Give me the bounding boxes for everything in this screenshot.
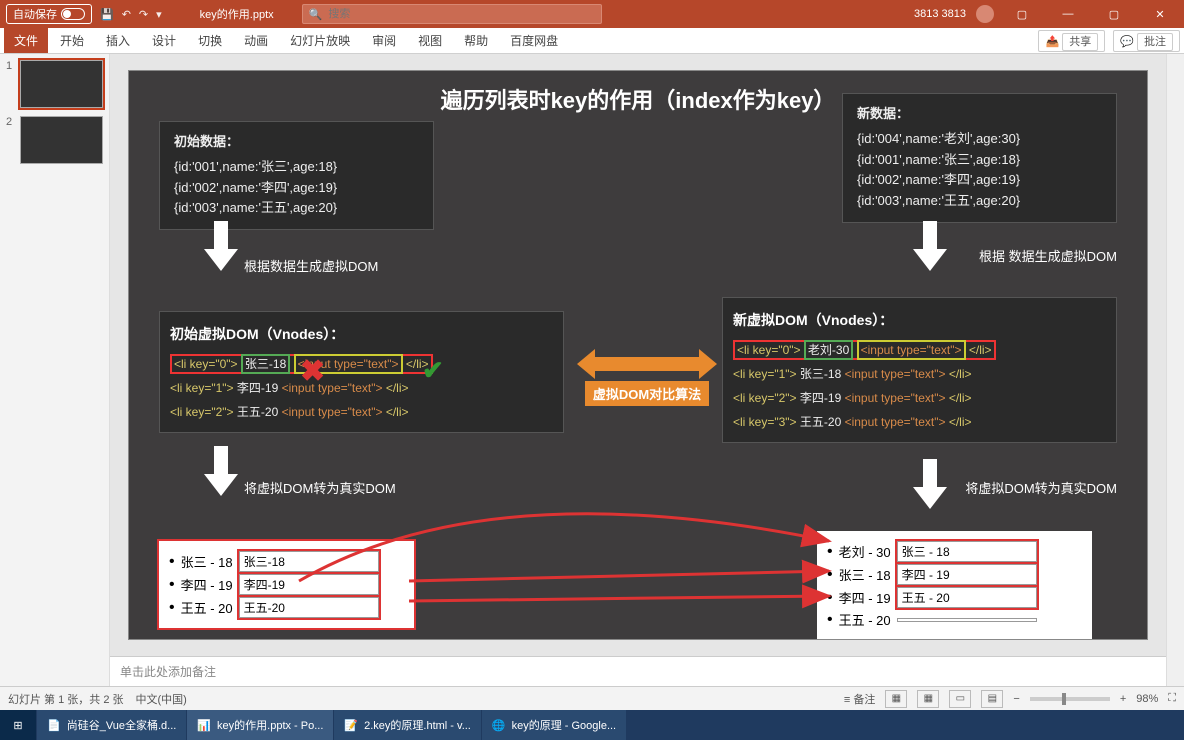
zoom-level[interactable]: 98% bbox=[1136, 693, 1158, 705]
notes-pane[interactable]: 单击此处添加备注 bbox=[110, 656, 1166, 686]
windows-taskbar: ⊞ 📄 尚硅谷_Vue全家桶.d... 📊 key的作用.pptx - Po..… bbox=[0, 710, 1184, 740]
thumbnail-1[interactable] bbox=[20, 60, 103, 108]
initial-data-box: 初始数据： {id:'001',name:'张三',age:18} {id:'0… bbox=[159, 121, 434, 230]
taskbar-item[interactable]: 📄 尚硅谷_Vue全家桶.d... bbox=[37, 710, 186, 740]
tab-design[interactable]: 设计 bbox=[142, 28, 186, 53]
normal-view-icon[interactable]: ▦ bbox=[885, 690, 907, 708]
account-avatar-icon[interactable] bbox=[976, 5, 994, 23]
comments-button[interactable]: 💬 批注 bbox=[1113, 30, 1180, 52]
diff-arrow: 虚拟DOM对比算法 bbox=[577, 349, 717, 406]
tab-review[interactable]: 审阅 bbox=[362, 28, 406, 53]
start-button[interactable]: ⊞ bbox=[0, 710, 36, 740]
tab-insert[interactable]: 插入 bbox=[96, 28, 140, 53]
redo-icon[interactable]: ↷ bbox=[139, 8, 148, 21]
tab-home[interactable]: 开始 bbox=[50, 28, 94, 53]
notes-toggle[interactable]: ≡ 备注 bbox=[844, 691, 875, 707]
left-real-dom: 张三 - 18张三-18 李四 - 19李四-19 王五 - 20王五-20 bbox=[159, 541, 414, 628]
maximize-icon[interactable]: ▢ bbox=[1096, 0, 1132, 28]
touch-icon[interactable]: ▾ bbox=[156, 8, 162, 21]
ribbon-options-icon[interactable]: ▢ bbox=[1004, 0, 1040, 28]
right-scrollbar[interactable] bbox=[1166, 54, 1184, 686]
save-icon[interactable]: 💾 bbox=[100, 8, 114, 21]
taskbar-item[interactable]: 📊 key的作用.pptx - Po... bbox=[187, 710, 333, 740]
tab-animations[interactable]: 动画 bbox=[234, 28, 278, 53]
taskbar-item[interactable]: 🌐 key的原理 - Google... bbox=[482, 710, 626, 740]
thumbnail-2[interactable] bbox=[20, 116, 103, 164]
tab-file[interactable]: 文件 bbox=[4, 28, 48, 53]
ribbon-tabs: 文件 开始 插入 设计 切换 动画 幻灯片放映 审阅 视图 帮助 百度网盘 📤 … bbox=[0, 28, 1184, 54]
arrow-down-icon bbox=[204, 446, 238, 499]
tab-baidu[interactable]: 百度网盘 bbox=[500, 28, 568, 53]
slide-counter: 幻灯片 第 1 张，共 2 张 bbox=[8, 691, 124, 707]
share-button[interactable]: 📤 共享 bbox=[1038, 30, 1105, 52]
undo-icon[interactable]: ↶ bbox=[122, 8, 131, 21]
initial-vnodes-box: 初始虚拟DOM（Vnodes）： <li key="0"> 张三-18 <inp… bbox=[159, 311, 564, 433]
slide-canvas[interactable]: 遍历列表时key的作用（index作为key） 初始数据： {id:'001',… bbox=[128, 70, 1148, 640]
slide-thumbnails: 1 2 bbox=[0, 54, 110, 686]
gen-vdom-label: 根据数据生成虚拟DOM bbox=[244, 256, 378, 275]
tab-view[interactable]: 视图 bbox=[408, 28, 452, 53]
taskbar-item[interactable]: 📝 2.key的原理.html - v... bbox=[334, 710, 480, 740]
window-titlebar: 自动保存 💾 ↶ ↷ ▾ key的作用.pptx 🔍 3813 3813 ▢ —… bbox=[0, 0, 1184, 28]
arrow-down-icon bbox=[913, 459, 947, 512]
close-icon[interactable]: ✕ bbox=[1142, 0, 1178, 28]
zoom-in-icon[interactable]: + bbox=[1120, 693, 1126, 705]
status-bar: 幻灯片 第 1 张，共 2 张 中文(中国) ≡ 备注 ▦ ▦ ▭ ▤ − + … bbox=[0, 686, 1184, 710]
fit-window-icon[interactable]: ⛶ bbox=[1168, 692, 1176, 705]
slideshow-view-icon[interactable]: ▤ bbox=[981, 690, 1003, 708]
search-box[interactable]: 🔍 bbox=[302, 4, 602, 24]
to-real-label: 将虚拟DOM转为真实DOM bbox=[244, 478, 396, 497]
windows-icon: ⊞ bbox=[13, 719, 22, 732]
arrow-down-icon bbox=[913, 221, 947, 274]
tab-slideshow[interactable]: 幻灯片放映 bbox=[280, 28, 360, 53]
gen-vdom-label-r: 根据 数据生成虚拟DOM bbox=[979, 246, 1117, 265]
arrow-down-icon bbox=[204, 221, 238, 274]
filename: key的作用.pptx bbox=[200, 6, 274, 22]
new-data-box: 新数据： {id:'004',name:'老刘',age:30} {id:'00… bbox=[842, 93, 1117, 223]
sorter-view-icon[interactable]: ▦ bbox=[917, 690, 939, 708]
reading-view-icon[interactable]: ▭ bbox=[949, 690, 971, 708]
language-indicator[interactable]: 中文(中国) bbox=[136, 691, 187, 707]
new-vnodes-box: 新虚拟DOM（Vnodes）： <li key="0"> 老刘-30 <inpu… bbox=[722, 297, 1117, 443]
right-real-dom: 老刘 - 30张三 - 18 张三 - 18李四 - 19 李四 - 19王五 … bbox=[817, 531, 1092, 639]
search-input[interactable] bbox=[328, 8, 594, 20]
tab-help[interactable]: 帮助 bbox=[454, 28, 498, 53]
check-icon: ✔ bbox=[422, 344, 444, 396]
zoom-slider[interactable] bbox=[1030, 697, 1110, 701]
autosave-toggle[interactable]: 自动保存 bbox=[6, 4, 92, 24]
zoom-out-icon[interactable]: − bbox=[1013, 693, 1019, 705]
search-icon: 🔍 bbox=[309, 8, 323, 21]
tab-transitions[interactable]: 切换 bbox=[188, 28, 232, 53]
minimize-icon[interactable]: — bbox=[1050, 0, 1086, 28]
account-name[interactable]: 3813 3813 bbox=[914, 8, 966, 20]
to-real-label-r: 将虚拟DOM转为真实DOM bbox=[965, 478, 1117, 497]
cross-icon: ✖ bbox=[300, 342, 325, 402]
